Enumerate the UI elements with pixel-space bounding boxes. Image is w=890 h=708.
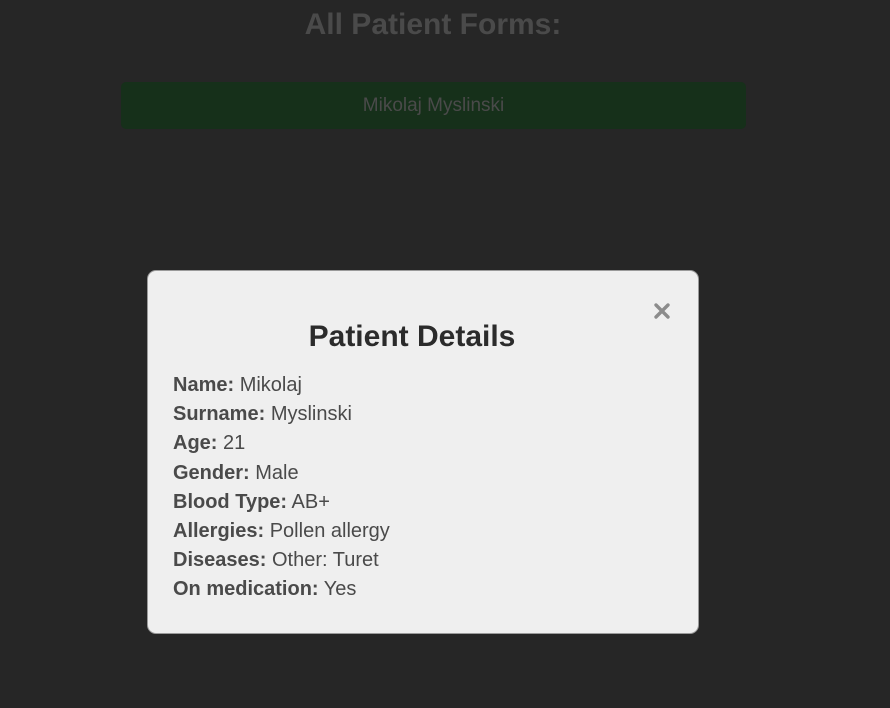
detail-value: Mikolaj xyxy=(239,374,302,396)
detail-label: On medication: xyxy=(173,578,319,601)
modal-title: Patient Details xyxy=(308,320,516,353)
detail-label: Diseases: xyxy=(173,549,267,572)
detail-value: Pollen allergy xyxy=(269,520,390,543)
detail-value: Male xyxy=(255,461,299,484)
detail-label: Gender: xyxy=(173,461,250,484)
detail-allergies: Allergies: Pollen allergy xyxy=(173,517,390,546)
detail-diseases: Diseases: Other: Turet xyxy=(173,546,390,575)
detail-value: Yes xyxy=(323,578,357,601)
detail-label: Age: xyxy=(173,432,218,455)
detail-value: Other: Turet xyxy=(271,549,379,572)
detail-label: Name: xyxy=(173,374,235,396)
patient-details-modal: Patient Details Name: Mikolaj Surname: M… xyxy=(147,270,699,634)
detail-label: Allergies: xyxy=(173,520,265,543)
page: All Patient Forms: Mikolaj Myslinski Pat… xyxy=(0,0,890,708)
detail-blood-type: Blood Type: AB+ xyxy=(173,488,390,517)
patient-details-list: Name: Mikolaj Surname: Myslinski Age: 21… xyxy=(173,371,390,605)
detail-name: Name: Mikolaj xyxy=(173,371,390,400)
detail-on-medication: On medication: Yes xyxy=(173,575,390,604)
detail-gender: Gender: Male xyxy=(173,459,390,488)
detail-label: Blood Type: xyxy=(173,490,288,513)
detail-surname: Surname: Myslinski xyxy=(173,400,390,429)
detail-age: Age: 21 xyxy=(173,429,390,458)
detail-value: AB+ xyxy=(291,490,330,513)
detail-value: 21 xyxy=(223,432,246,455)
detail-value: Myslinski xyxy=(270,403,352,426)
modal-overlay[interactable]: Patient Details Name: Mikolaj Surname: M… xyxy=(0,0,890,708)
detail-label: Surname: xyxy=(173,403,266,426)
